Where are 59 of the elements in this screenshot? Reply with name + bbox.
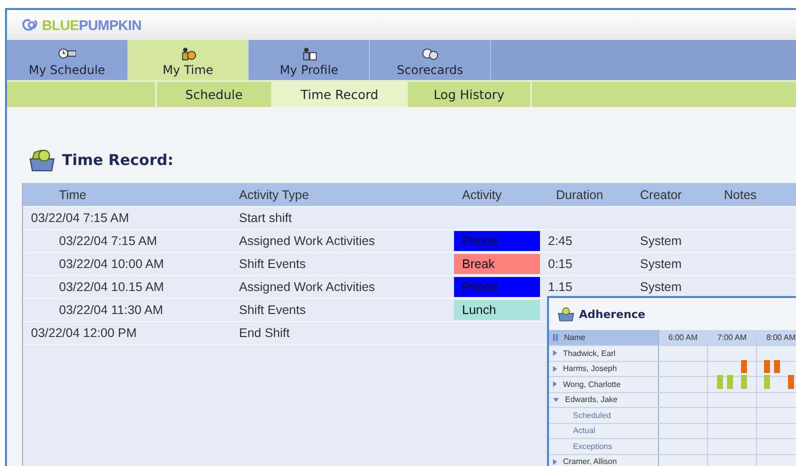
column-header: 8:00 AM xyxy=(766,333,796,342)
table-cell-text: 03/22/04 12:00 PM xyxy=(30,326,138,340)
column-header: Time xyxy=(58,188,88,202)
person-icon xyxy=(179,47,197,61)
nav-tab[interactable]: Scorecards xyxy=(370,40,491,80)
sub-tab[interactable]: Time Record xyxy=(273,82,408,107)
column-header: Name xyxy=(564,333,586,342)
table-cell-text: 03/22/04 11:30 AM xyxy=(58,303,164,317)
activity-chip: Phone xyxy=(454,231,540,251)
column-header: 6:00 AM xyxy=(668,333,698,342)
employee-name[interactable]: Cramer, Allison xyxy=(563,457,617,466)
table-cell-text: Shift Events xyxy=(238,303,307,317)
employee-name[interactable]: Thadwick, Earl xyxy=(563,348,616,358)
table-cell-text: 0:15 xyxy=(548,257,574,271)
tree-item[interactable]: Exceptions xyxy=(573,442,612,451)
logo-icon xyxy=(21,18,39,32)
table-cell-text: System xyxy=(640,234,683,248)
nav-tab[interactable]: My Time xyxy=(128,40,249,80)
nav-tab[interactable]: My Schedule xyxy=(7,40,128,80)
expand-icon[interactable] xyxy=(553,458,557,465)
faces-icon xyxy=(421,47,439,61)
employee-name[interactable]: Wong, Charlotte xyxy=(563,380,621,389)
nav-tab[interactable]: My Profile xyxy=(249,40,370,80)
clock-icon xyxy=(58,47,76,61)
table-cell-text: 03/22/04 10:00 AM xyxy=(58,257,165,271)
expand-icon[interactable] xyxy=(553,366,557,372)
collapse-icon[interactable] xyxy=(553,398,559,402)
column-header: Duration xyxy=(555,188,604,202)
table-cell-text: Start shift xyxy=(238,211,293,225)
table-cell-text: 03/22/04 10.15 AM xyxy=(58,280,165,294)
table-cell-text: 2:45 xyxy=(548,234,574,248)
column-header: Activity Type xyxy=(238,188,310,202)
employee-name[interactable]: Edwards, Jake xyxy=(565,395,618,404)
column-header: Activity xyxy=(461,186,503,202)
table-cell-text: 03/22/04 7:15 AM xyxy=(30,211,130,225)
table-cell-text: 1.15 xyxy=(548,280,574,294)
activity-chip: Lunch xyxy=(454,300,540,320)
table-cell-text: System xyxy=(640,280,683,294)
expand-icon[interactable] xyxy=(553,350,557,356)
expand-icon[interactable] xyxy=(553,381,557,388)
column-header: Notes xyxy=(724,188,758,202)
employee-name[interactable]: Harms, Joseph xyxy=(563,364,617,374)
profile-icon xyxy=(300,47,318,61)
sub-tab[interactable]: Log History xyxy=(408,82,532,107)
logo-text: BLUEPUMPKIN xyxy=(42,17,142,33)
panel-title: Adherence xyxy=(579,308,646,320)
tree-item[interactable]: Actual xyxy=(573,426,596,436)
section-title: Time Record: xyxy=(62,151,174,169)
tree-item[interactable]: Scheduled xyxy=(573,410,611,420)
table-cell-text: System xyxy=(640,257,683,271)
table-cell-text: Shift Events xyxy=(238,257,307,271)
table-cell-text: Assigned Work Activities xyxy=(238,234,376,248)
activity-chip: Phone xyxy=(454,277,540,297)
column-header: 7:00 AM xyxy=(717,333,747,342)
table-cell-text: Assigned Work Activities xyxy=(238,280,376,294)
activity-chip: Break xyxy=(454,254,540,274)
table-cell-text: End Shift xyxy=(238,326,291,340)
column-header: Creator xyxy=(640,188,683,202)
table-cell-text: 03/22/04 7:15 AM xyxy=(58,234,158,248)
